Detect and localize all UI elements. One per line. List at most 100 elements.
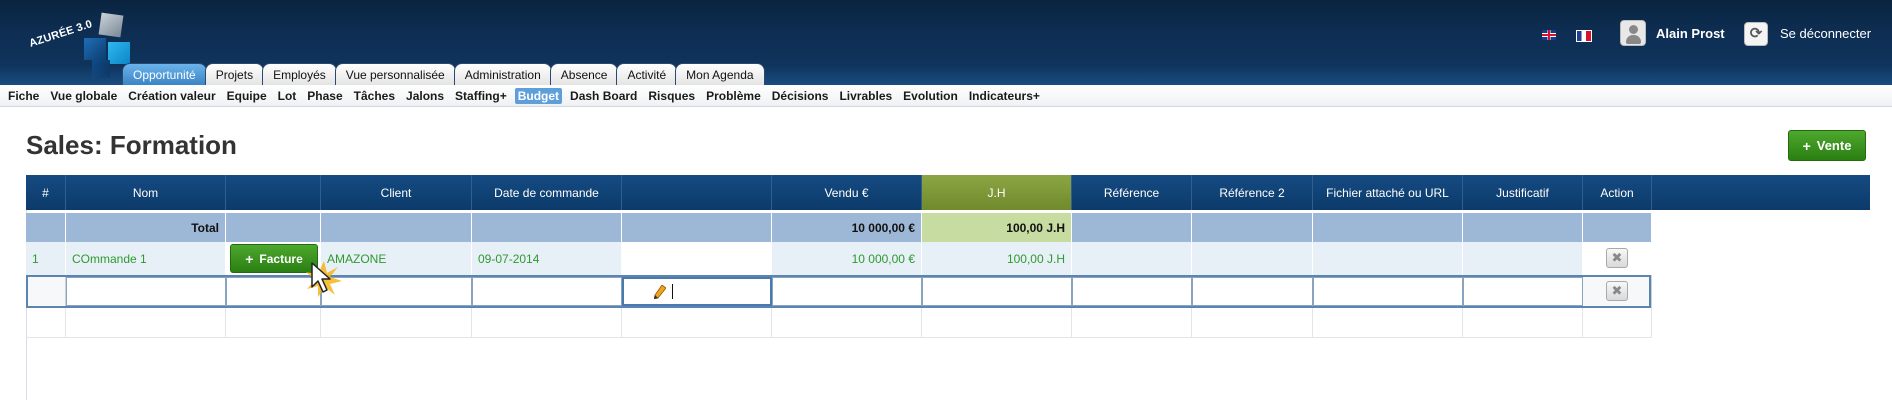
- subnav-evolution[interactable]: Evolution: [903, 89, 958, 103]
- subnav-dash-board[interactable]: Dash Board: [570, 89, 637, 103]
- row-number: 1: [26, 242, 66, 275]
- total-vendu: 10 000,00 €: [772, 213, 922, 242]
- user-name[interactable]: Alain Prost: [1656, 26, 1725, 41]
- delete-new-row-button[interactable]: ✖: [1606, 281, 1628, 301]
- new-fichier-input[interactable]: [1313, 277, 1463, 306]
- mouse-cursor-icon: [306, 261, 342, 297]
- user-avatar-icon[interactable]: [1620, 20, 1646, 46]
- subnav-vue-globale[interactable]: Vue globale: [50, 89, 117, 103]
- empty-cell: [622, 308, 772, 338]
- vente-button-label: Vente: [1816, 138, 1852, 153]
- column-header-client[interactable]: Client: [321, 175, 472, 210]
- column-header-reference-2[interactable]: Référence 2: [1192, 175, 1313, 210]
- logout-icon[interactable]: ⟳: [1744, 22, 1768, 46]
- tab-administration[interactable]: Administration: [453, 63, 552, 85]
- column-header-date-commande[interactable]: Date de commande: [472, 175, 622, 210]
- subnav-probleme[interactable]: Problème: [706, 89, 761, 103]
- tab-activite[interactable]: Activité: [616, 63, 678, 85]
- tab-vue-personnalisee[interactable]: Vue personnalisée: [334, 63, 456, 85]
- column-header-jh[interactable]: J.H: [922, 175, 1072, 210]
- column-header-nom[interactable]: Nom: [66, 175, 226, 210]
- french-flag-icon[interactable]: [1576, 30, 1592, 42]
- new-nom-input[interactable]: [66, 277, 226, 306]
- row-nom[interactable]: COmmande 1: [66, 242, 226, 275]
- new-row-editor[interactable]: [26, 275, 1870, 308]
- empty-cell: [1072, 308, 1192, 338]
- row-reference-2[interactable]: [1192, 242, 1313, 275]
- subnav-taches[interactable]: Tâches: [354, 89, 395, 103]
- empty-cell: [66, 308, 226, 338]
- total-jh: 100,00 J.H: [922, 213, 1072, 242]
- row-vendu[interactable]: 10 000,00 €: [772, 242, 922, 275]
- new-justificatif-input[interactable]: [1463, 277, 1583, 306]
- add-vente-button[interactable]: + Vente: [1788, 130, 1866, 161]
- column-header-justificatif[interactable]: Justificatif: [1463, 175, 1583, 210]
- logo-square: [98, 12, 124, 38]
- facture-button-label: Facture: [259, 251, 303, 266]
- empty-cell: [472, 308, 622, 338]
- column-header-vendu[interactable]: Vendu €: [772, 175, 922, 210]
- subnav-creation-valeur[interactable]: Création valeur: [128, 89, 215, 103]
- subnav-risques[interactable]: Risques: [648, 89, 695, 103]
- subnav-lot[interactable]: Lot: [278, 89, 297, 103]
- empty-cell: [772, 308, 922, 338]
- column-header-reference[interactable]: Référence: [1072, 175, 1192, 210]
- logout-link[interactable]: Se déconnecter: [1780, 26, 1871, 41]
- column-header-facture[interactable]: [226, 175, 321, 210]
- total-cell: [1192, 213, 1313, 242]
- column-header-number[interactable]: #: [26, 175, 66, 210]
- row-date[interactable]: 09-07-2014: [472, 242, 622, 275]
- total-cell: [1313, 213, 1463, 242]
- empty-cell: [321, 308, 472, 338]
- delete-row-button[interactable]: ✖: [1606, 248, 1628, 268]
- row-jh[interactable]: 100,00 J.H: [922, 242, 1072, 275]
- total-cell: [622, 213, 772, 242]
- column-header-action[interactable]: Action: [1583, 175, 1652, 210]
- subnav-staffing[interactable]: Staffing+: [455, 89, 507, 103]
- tab-absence[interactable]: Absence: [549, 63, 619, 85]
- subnav-livrables[interactable]: Livrables: [839, 89, 892, 103]
- total-cell: [226, 213, 321, 242]
- subnav-decisions[interactable]: Décisions: [772, 89, 829, 103]
- subnav-fiche[interactable]: Fiche: [8, 89, 39, 103]
- total-cell: [1463, 213, 1583, 242]
- empty-cell: [1313, 308, 1463, 338]
- total-label: Total: [66, 213, 226, 242]
- app-header: AZURÉE 3.0 Alain Prost ⟳ Se déconnecter …: [0, 0, 1892, 85]
- new-jh-input[interactable]: [922, 277, 1072, 306]
- column-header-filler: [1652, 175, 1870, 210]
- new-blank-input[interactable]: [622, 277, 772, 306]
- logo-square: [92, 60, 110, 78]
- subnav-budget[interactable]: Budget: [514, 87, 563, 104]
- new-row-number: [26, 275, 66, 308]
- row-fichier[interactable]: [1313, 242, 1463, 275]
- subnav-jalons[interactable]: Jalons: [406, 89, 444, 103]
- tab-projets[interactable]: Projets: [204, 63, 265, 85]
- subnav-phase[interactable]: Phase: [307, 89, 342, 103]
- grid-header-row: # Nom Client Date de commande Vendu € J.…: [26, 175, 1870, 210]
- empty-cell: [1583, 308, 1652, 338]
- column-header-blank[interactable]: [622, 175, 772, 210]
- new-vendu-input[interactable]: [772, 277, 922, 306]
- new-date-input[interactable]: [472, 277, 622, 306]
- english-flag-icon[interactable]: [1542, 30, 1556, 40]
- tab-mon-agenda[interactable]: Mon Agenda: [675, 63, 765, 85]
- subnav-indicateurs[interactable]: Indicateurs+: [969, 89, 1040, 103]
- new-reference-2-input[interactable]: [1192, 277, 1313, 306]
- logo-square: [108, 42, 130, 64]
- row-blank-cell[interactable]: [622, 242, 772, 275]
- subnav-equipe[interactable]: Equipe: [227, 89, 267, 103]
- empty-cell: [1463, 308, 1583, 338]
- row-justificatif[interactable]: [1463, 242, 1583, 275]
- total-cell: [472, 213, 622, 242]
- row-reference[interactable]: [1072, 242, 1192, 275]
- new-reference-input[interactable]: [1072, 277, 1192, 306]
- tab-opportunite[interactable]: Opportunité: [122, 63, 207, 85]
- column-header-fichier[interactable]: Fichier attaché ou URL: [1313, 175, 1463, 210]
- sales-grid: # Nom Client Date de commande Vendu € J.…: [26, 175, 1870, 400]
- total-cell: [321, 213, 472, 242]
- empty-row: [26, 308, 1870, 338]
- empty-cell: [26, 308, 66, 338]
- tab-employes[interactable]: Employés: [262, 63, 337, 85]
- total-cell: [1072, 213, 1192, 242]
